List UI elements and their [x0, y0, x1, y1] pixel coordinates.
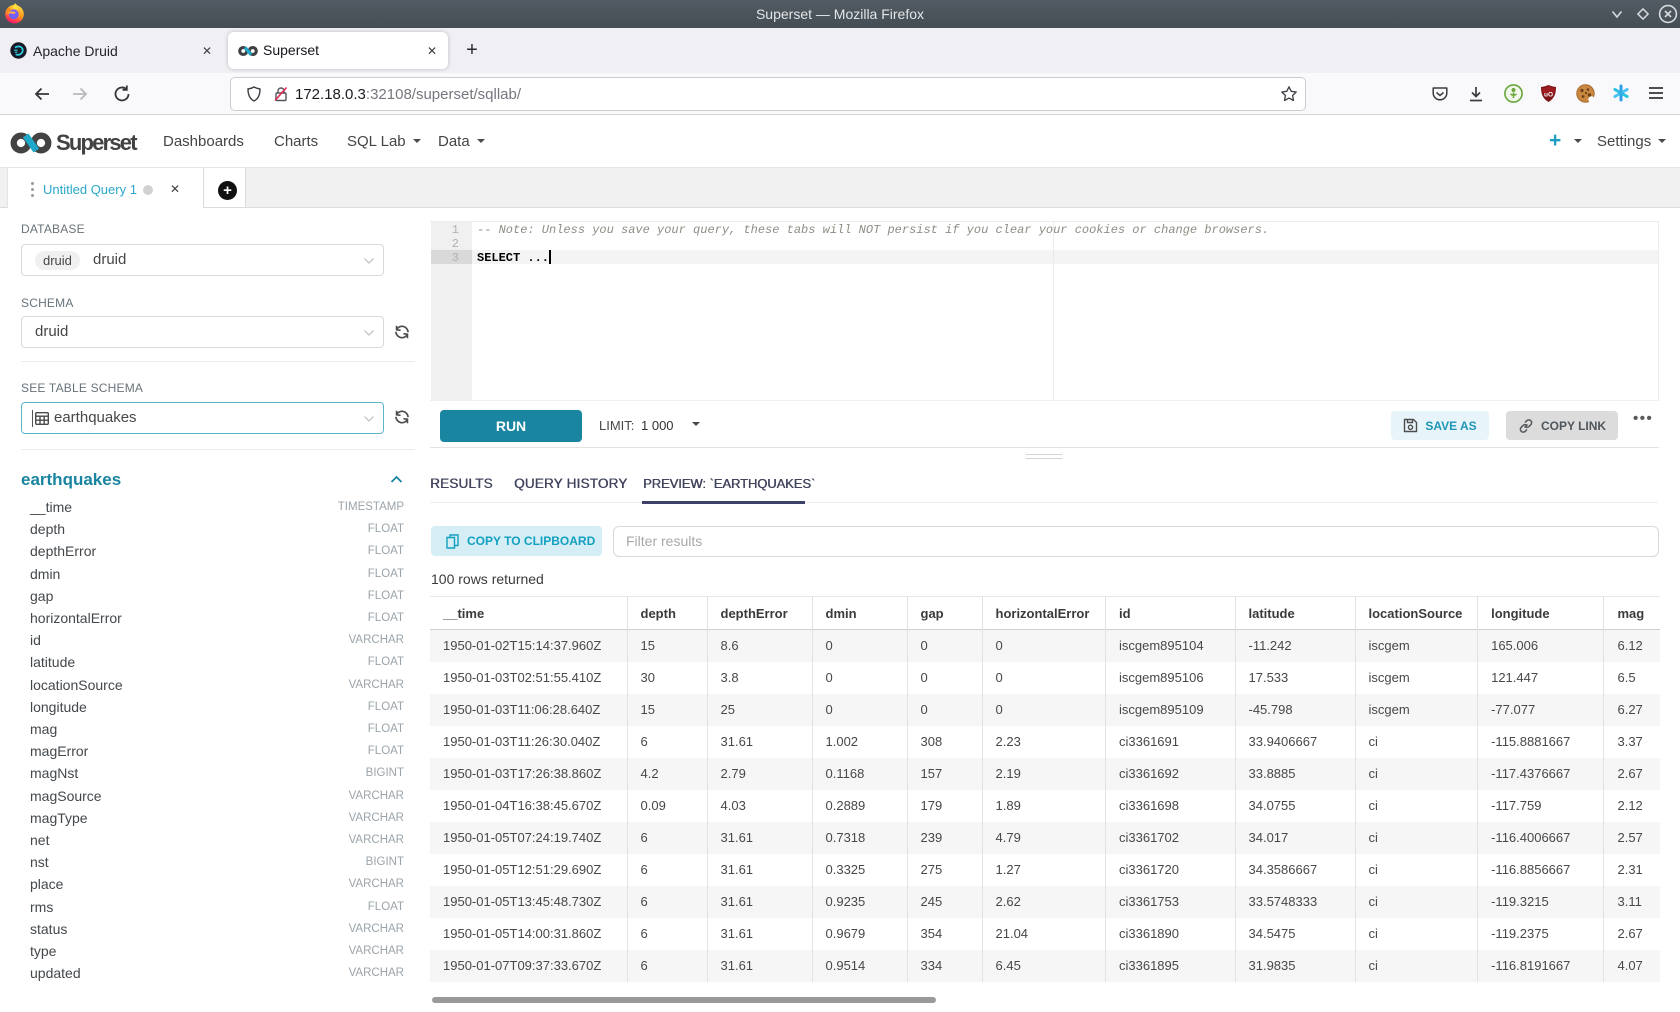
svg-text:uO: uO [1544, 92, 1553, 99]
